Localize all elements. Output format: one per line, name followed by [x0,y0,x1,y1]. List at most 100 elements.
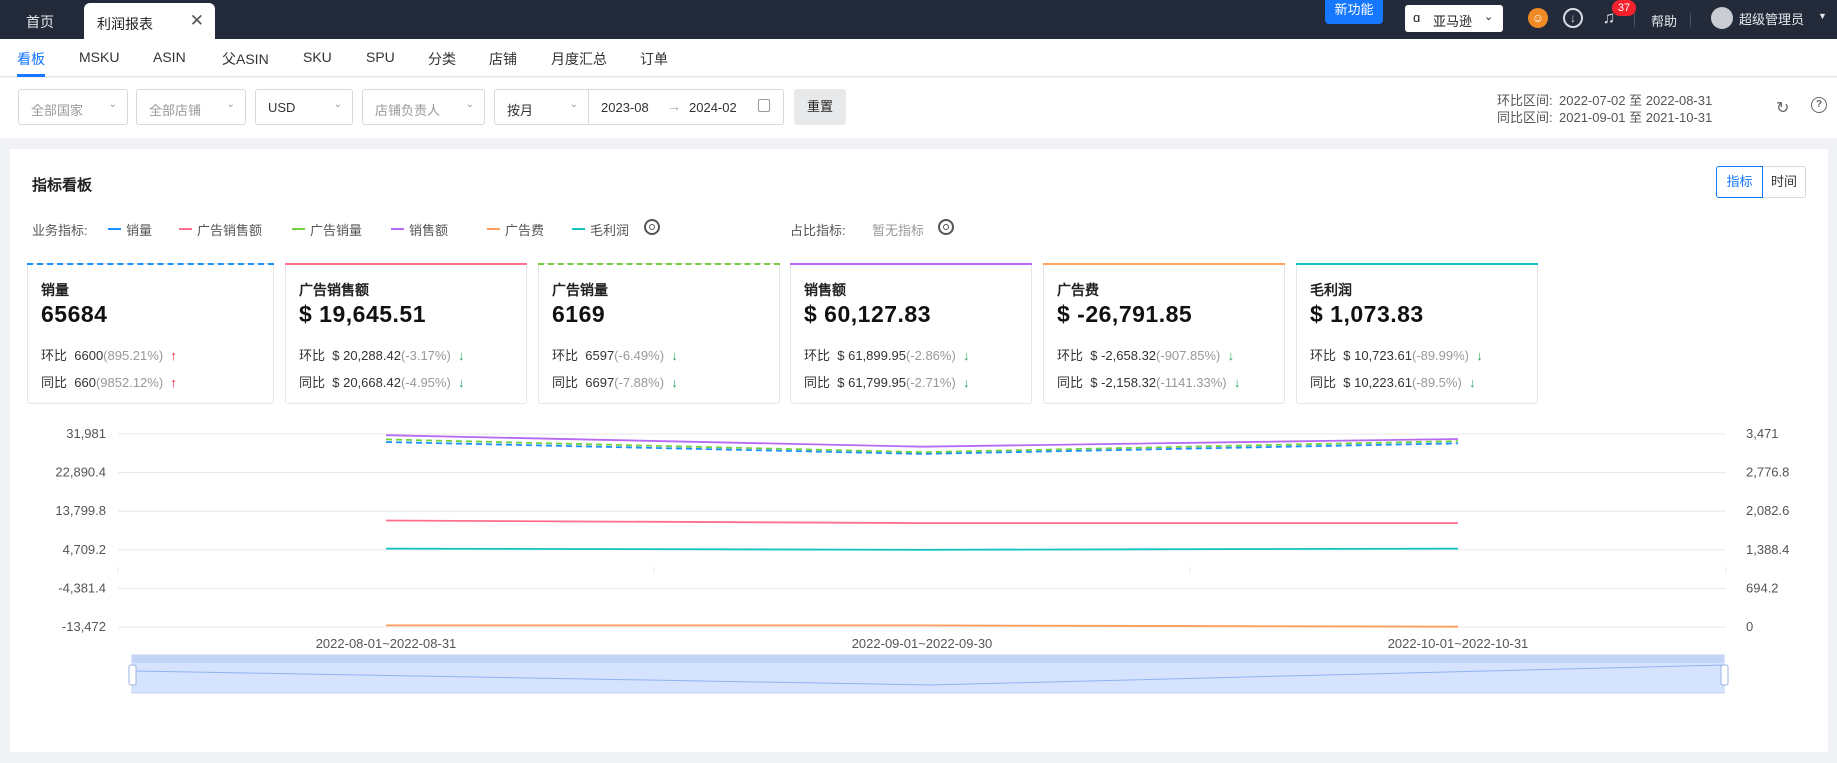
y-right-tick-label: 2,776.8 [1746,465,1789,480]
currency-select[interactable]: USD ⌄ [255,89,353,125]
divider [1690,13,1691,27]
y-right-tick-label: 2,082.6 [1746,503,1789,518]
legend-swatch [487,228,500,230]
metric-card[interactable]: 广告费 $ -26,791.85 环比 $ -2,658.32(-907.85%) … [1043,263,1285,404]
store-select[interactable]: 全部店铺 ⌄ [136,89,246,125]
user-name[interactable]: 超级管理员 [1739,9,1804,28]
caret-down-icon[interactable]: ▼ [1818,11,1827,21]
x-tick-label: 2022-08-01~2022-08-31 [316,636,457,651]
active-tab-indicator [17,74,45,77]
card-mom-label: 环比 [804,348,831,363]
top-bar: 首页 利润报表 ✕ 新功能 ɑ 亚马逊 ⌄ ☺ ↓ ♫ 37 帮助 超级管理员 … [0,0,1837,39]
toggle-metric[interactable]: 指标 [1716,166,1763,198]
subnav-monthly-summary[interactable]: 月度汇总 [551,49,607,69]
y-right-tick-label: 694.2 [1746,580,1779,595]
trend-arrow-icon: ↓ [458,348,465,363]
card-yoy-pct: (-1141.33%) [1156,375,1227,390]
help-icon[interactable]: ? [1811,97,1827,113]
subnav-orders[interactable]: 订单 [640,49,668,69]
card-mom-pct: (-3.17%) [400,348,451,363]
country-select[interactable]: 全部国家 ⌄ [18,89,128,125]
subnav-dashboard[interactable]: 看板 [17,49,45,69]
card-yoy-pct: (-89.5%) [1411,375,1462,390]
y-right-tick-label: 0 [1746,619,1753,634]
legend-label: 广告销量 [310,223,363,238]
legend-swatch [292,228,305,230]
date-range-end[interactable]: 2024-02 [689,100,737,115]
legend-label: 广告费 [505,223,545,238]
card-yoy-value: $ 10,223.61 [1343,375,1412,390]
card-mom-row: 环比 $ 61,899.95(-2.86%) ↓ [804,345,970,364]
card-yoy-value: $ 61,799.95 [837,375,906,390]
platform-select[interactable]: ɑ 亚马逊 ⌄ [1405,5,1503,32]
settings-icon[interactable] [938,219,954,235]
subnav-msku[interactable]: MSKU [79,49,119,65]
yoy-range-label: 同比区间: [1497,110,1553,125]
metric-card[interactable]: 销量 65684 环比 6600(895.21%) ↑ 同比 660(9852.12%… [27,263,274,404]
arrow-right-icon: → [667,98,681,114]
sub-nav: 看板 MSKU ASIN 父ASIN SKU SPU 分类 店铺 月度汇总 订单 [0,39,1837,77]
tab-profit-report-label: 利润报表 [97,16,153,32]
card-yoy-value: 6697 [585,375,615,390]
subnav-sku[interactable]: SKU [303,49,332,65]
y-right-tick-label: 3,471 [1746,427,1779,441]
x-tick-label: 2022-10-01~2022-10-31 [1388,636,1529,651]
legend-swatch [391,228,404,230]
mom-range-value: 2022-07-02 至 2022-08-31 [1559,93,1713,108]
metric-card[interactable]: 广告销售额 $ 19,645.51 环比 $ 20,288.42(-3.17%) ↓… [285,263,527,404]
card-accent-bar [1296,263,1538,265]
trend-arrow-icon: ↓ [1469,375,1476,390]
ratio-metrics-empty: 暂无指标 [872,223,925,238]
settings-icon[interactable] [644,219,660,235]
new-feature-badge[interactable]: 新功能 [1325,0,1383,24]
support-icon[interactable]: ☺ [1528,8,1548,28]
series-line [385,547,1459,551]
chevron-down-icon: ⌄ [108,99,117,110]
legend-swatch [108,228,121,230]
x-tick-label: 2022-09-01~2022-09-30 [852,636,993,651]
card-yoy-row: 同比 $ 20,668.42(-4.95%) ↓ [299,372,465,391]
reset-button[interactable]: 重置 [794,89,846,125]
card-mom-row: 环比 $ 20,288.42(-3.17%) ↓ [299,345,465,364]
chevron-down-icon: ⌄ [226,99,235,110]
trend-chart: 31,981 3,471 22,890.4 2,776.8 13,799.8 2,082.… [10,427,1828,752]
metric-card[interactable]: 销售额 $ 60,127.83 环比 $ 61,899.95(-2.86%) ↓ 同比… [790,263,1032,404]
card-mom-label: 环比 [1310,348,1337,363]
subnav-parent-asin[interactable]: 父ASIN [222,49,269,69]
subnav-spu[interactable]: SPU [366,49,395,65]
card-mom-label: 环比 [41,348,68,363]
business-metrics-label: 业务指标: [32,223,88,238]
card-title: 销售额 [804,282,846,298]
date-range-picker[interactable]: 2023-08 → 2024-02 [588,89,784,125]
zoom-handle-left[interactable] [128,664,137,686]
subnav-asin[interactable]: ASIN [153,49,186,65]
help-link[interactable]: 帮助 [1651,11,1677,30]
card-value: 6169 [552,301,606,327]
avatar[interactable] [1711,7,1733,29]
card-mom-label: 环比 [1057,348,1084,363]
download-icon[interactable]: ↓ [1563,8,1583,28]
card-mom-value: $ 20,288.42 [332,348,401,363]
tab-home[interactable]: 首页 [26,12,54,32]
toggle-time[interactable]: 时间 [1762,166,1806,198]
close-icon[interactable]: ✕ [190,11,204,31]
card-mom-row: 环比 6597(-6.49%) ↓ [552,345,678,364]
legend-label: 销量 [126,223,153,238]
card-yoy-pct: (-2.71%) [905,375,956,390]
card-mom-pct: (-6.49%) [614,348,665,363]
metric-card[interactable]: 广告销量 6169 环比 6597(-6.49%) ↓ 同比 6697(-7.88%)… [538,263,780,404]
subnav-store[interactable]: 店铺 [489,49,517,69]
period-select-value: 按月 [507,103,534,118]
card-yoy-row: 同比 6697(-7.88%) ↓ [552,372,678,391]
date-range-start[interactable]: 2023-08 [601,100,649,115]
card-accent-bar [1043,263,1285,265]
subnav-category[interactable]: 分类 [428,49,456,69]
period-select[interactable]: 按月 ⌄ [494,89,589,125]
owner-select[interactable]: 店铺负责人 ⌄ [362,89,485,125]
refresh-icon[interactable]: ↻ [1776,98,1789,118]
tab-profit-report[interactable]: 利润报表 ✕ [84,3,215,39]
card-value: $ 1,073.83 [1310,301,1424,327]
zoom-handle-right[interactable] [1720,664,1729,686]
legend-label: 销售额 [409,223,449,238]
metric-card[interactable]: 毛利润 $ 1,073.83 环比 $ 10,723.61(-89.99%) ↓ 同比… [1296,263,1538,404]
